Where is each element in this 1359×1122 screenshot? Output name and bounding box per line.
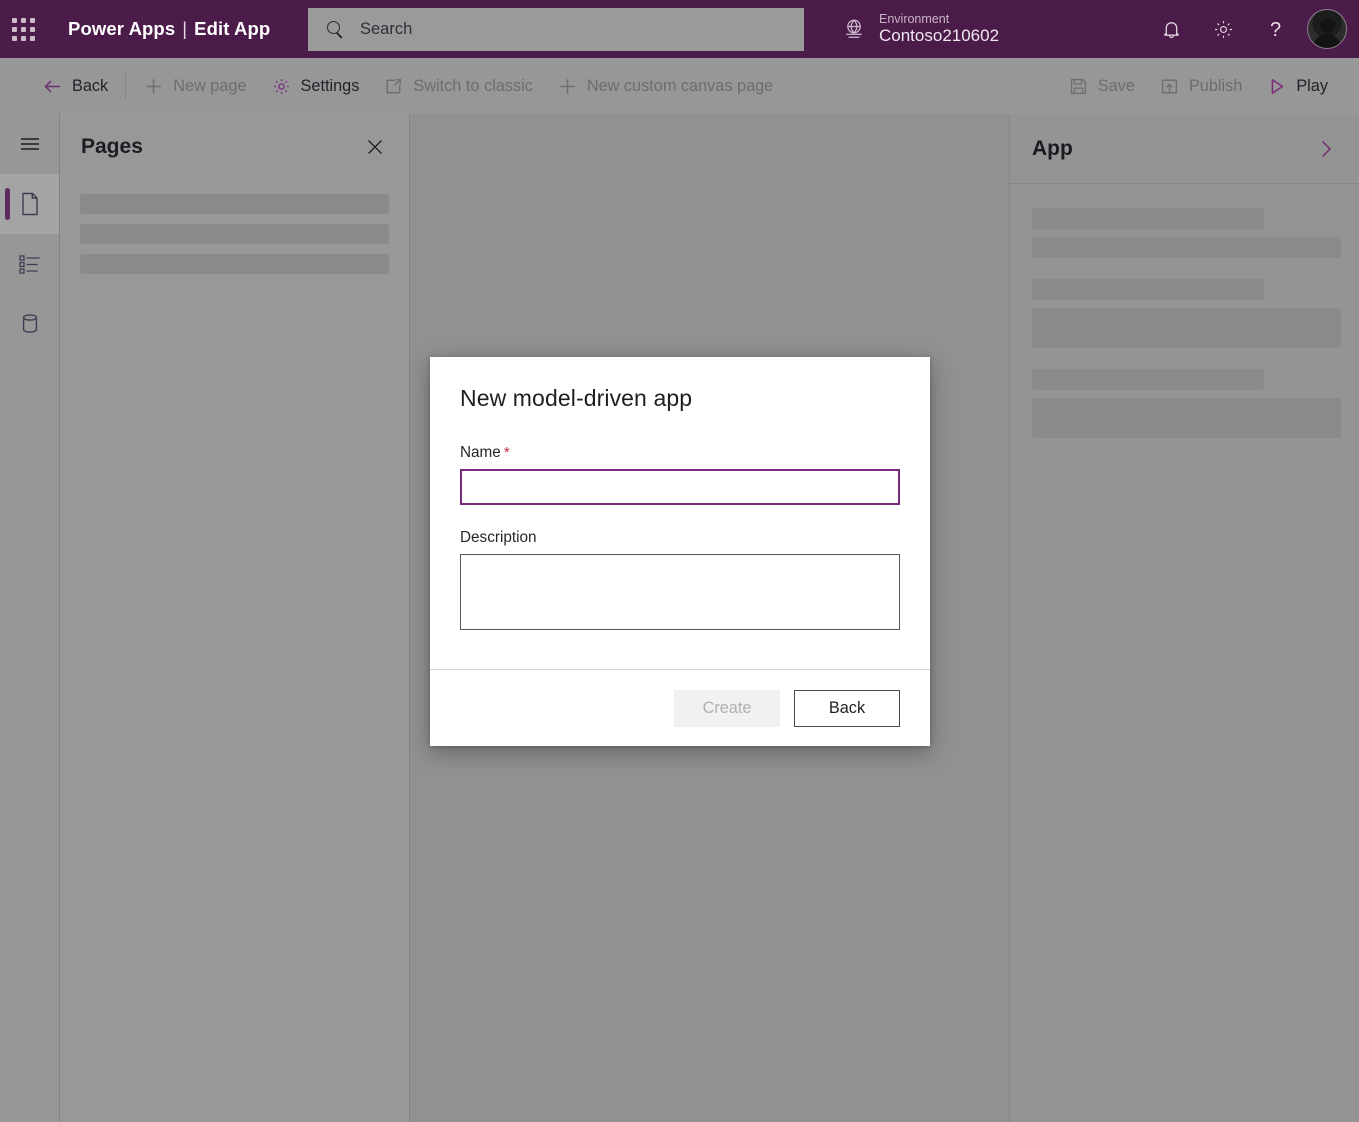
- back-button[interactable]: Back: [794, 690, 900, 727]
- name-field-label: Name*: [460, 444, 900, 462]
- dialog-footer: Create Back: [430, 669, 930, 746]
- description-field-label: Description: [460, 529, 900, 547]
- required-asterisk: *: [504, 444, 510, 461]
- create-button[interactable]: Create: [674, 690, 780, 727]
- name-label-text: Name: [460, 444, 501, 461]
- dialog-title: New model-driven app: [460, 385, 900, 412]
- app-root: Power Apps|Edit App Search Environment C…: [0, 0, 1359, 1122]
- name-input[interactable]: [460, 469, 900, 505]
- field-spacer: [460, 505, 900, 529]
- dialog-body: New model-driven app Name* Description: [430, 357, 930, 669]
- new-model-driven-app-dialog: New model-driven app Name* Description C…: [430, 357, 930, 746]
- description-input[interactable]: [460, 554, 900, 630]
